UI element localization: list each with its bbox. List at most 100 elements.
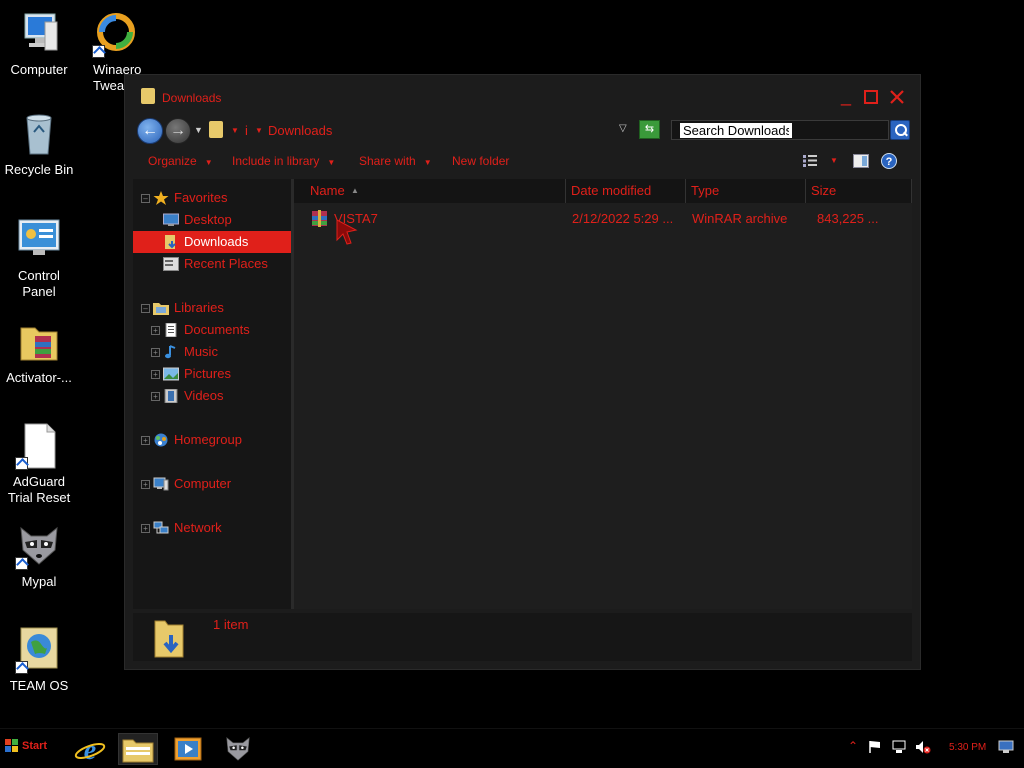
breadcrumb-root[interactable]: i xyxy=(245,123,248,138)
breadcrumb-separator[interactable]: ▼ xyxy=(231,126,239,135)
document-icon xyxy=(15,422,63,470)
recent-pages-dropdown[interactable]: ▼ xyxy=(194,125,203,135)
expand-icon[interactable]: + xyxy=(151,392,160,401)
table-row[interactable]: VISTA7 2/12/2022 5:29 ... WinRAR archive… xyxy=(294,207,912,245)
media-player-icon xyxy=(174,737,202,761)
recent-places-icon xyxy=(163,257,179,271)
nav-music[interactable]: + Music xyxy=(133,341,291,363)
action-center-flag-icon[interactable] xyxy=(868,740,882,754)
nav-label: Documents xyxy=(184,322,250,337)
expand-icon[interactable]: + xyxy=(151,370,160,379)
desktop-icon-computer[interactable]: Computer xyxy=(0,10,78,78)
nav-libraries[interactable]: – Libraries xyxy=(133,297,291,319)
desktop-icon-recycle-bin[interactable]: Recycle Bin xyxy=(0,110,78,178)
search-input[interactable] xyxy=(680,123,792,138)
file-type: WinRAR archive xyxy=(692,211,788,226)
forward-button[interactable]: → xyxy=(165,118,191,144)
collapse-icon[interactable]: – xyxy=(141,194,150,203)
desktop-icon xyxy=(163,213,179,226)
nav-computer[interactable]: + Computer xyxy=(133,473,291,495)
include-in-library-button[interactable]: Include in library ▼ xyxy=(232,154,335,168)
search-icon[interactable] xyxy=(890,120,910,140)
nav-label: Computer xyxy=(174,476,232,491)
internet-explorer-icon: e xyxy=(74,735,106,766)
desktop-icon-label: Control Panel xyxy=(18,268,60,299)
expand-icon[interactable]: + xyxy=(141,480,150,489)
nav-homegroup[interactable]: + Homegroup xyxy=(133,429,291,451)
chevron-down-icon: ▼ xyxy=(204,158,213,167)
breadcrumb-separator[interactable]: ▼ xyxy=(255,126,263,135)
chevron-down-icon[interactable]: ▼ xyxy=(830,156,838,165)
desktop-icon-label: Recycle Bin xyxy=(4,162,74,177)
nav-documents[interactable]: + Documents xyxy=(133,319,291,341)
shortcut-arrow-icon xyxy=(15,661,28,674)
desktop-icon-control-panel[interactable]: Control Panel xyxy=(0,216,78,300)
show-desktop-icon[interactable] xyxy=(998,740,1014,754)
taskbar: Start e ⌃ 5:30 PM xyxy=(0,728,1024,768)
back-button[interactable]: ← xyxy=(137,118,163,144)
desktop-icon-adguard[interactable]: AdGuard Trial Reset xyxy=(0,422,78,506)
downloads-folder-icon xyxy=(154,620,184,658)
nav-recent-places[interactable]: Recent Places xyxy=(133,253,291,275)
show-hidden-icons-button[interactable]: ⌃ xyxy=(848,739,858,753)
desktop-icon-label: Mypal xyxy=(21,574,57,589)
nav-network[interactable]: + Network xyxy=(133,517,291,539)
network-icon[interactable] xyxy=(892,740,906,754)
expand-icon[interactable]: + xyxy=(151,348,160,357)
column-header-date-modified[interactable]: Date modified xyxy=(566,179,686,203)
command-bar: Organize ▼ Include in library ▼ Share with… xyxy=(133,149,913,175)
new-folder-button[interactable]: New folder xyxy=(452,154,509,168)
preview-pane-icon[interactable] xyxy=(853,154,869,171)
refresh-button[interactable]: ⇆ xyxy=(639,120,660,139)
maximize-button[interactable] xyxy=(861,87,881,107)
column-header-size[interactable]: Size xyxy=(806,179,912,203)
taskbar-mypal[interactable] xyxy=(218,733,258,765)
navigation-pane: – Favorites Desktop Downloads Recent Pla… xyxy=(133,179,291,609)
chevron-down-icon: ▼ xyxy=(423,158,432,167)
organize-label: Organize xyxy=(148,154,197,168)
details-pane: 1 item xyxy=(133,613,912,661)
nav-pictures[interactable]: + Pictures xyxy=(133,363,291,385)
nav-videos[interactable]: + Videos xyxy=(133,385,291,407)
file-size: 843,225 ... xyxy=(817,211,879,226)
start-button[interactable]: Start xyxy=(2,735,54,763)
nav-label: Libraries xyxy=(174,300,224,315)
expand-icon[interactable]: + xyxy=(151,326,160,335)
help-icon[interactable]: ? xyxy=(881,153,897,172)
documents-icon xyxy=(165,323,177,337)
taskbar-internet-explorer[interactable]: e xyxy=(70,733,110,766)
column-header-type[interactable]: Type xyxy=(686,179,806,203)
search-box xyxy=(671,120,889,140)
organize-button[interactable]: Organize ▼ xyxy=(148,154,213,168)
taskbar-media-player[interactable] xyxy=(168,733,208,765)
desktop-icon-activator[interactable]: Activator-... xyxy=(0,318,78,386)
expand-icon[interactable]: + xyxy=(141,524,150,533)
clock[interactable]: 5:30 PM xyxy=(949,742,986,753)
breadcrumb-downloads[interactable]: Downloads xyxy=(268,123,332,138)
nav-downloads[interactable]: Downloads xyxy=(133,231,291,253)
mouse-cursor-icon xyxy=(336,219,358,245)
start-label: Start xyxy=(22,740,48,752)
column-label: Name xyxy=(310,183,345,198)
volume-muted-icon[interactable] xyxy=(915,740,931,754)
desktop-icon-mypal[interactable]: Mypal xyxy=(0,522,78,590)
expand-icon[interactable]: + xyxy=(141,436,150,445)
collapse-icon[interactable]: – xyxy=(141,304,150,313)
desktop-icon-label: Computer xyxy=(10,62,68,77)
item-count: 1 item xyxy=(213,617,249,632)
address-dropdown[interactable]: ▽ xyxy=(619,123,627,134)
nav-favorites[interactable]: – Favorites xyxy=(133,187,291,209)
column-header-name[interactable]: Name ▲ xyxy=(294,179,566,203)
share-with-button[interactable]: Share with ▼ xyxy=(359,154,432,168)
close-button[interactable] xyxy=(887,87,907,107)
star-icon xyxy=(153,191,169,205)
nav-desktop[interactable]: Desktop xyxy=(133,209,291,231)
shortcut-arrow-icon xyxy=(92,45,105,58)
view-options-icon[interactable] xyxy=(803,155,817,170)
window-title: Downloads xyxy=(162,91,222,105)
minimize-button[interactable]: _ xyxy=(836,87,856,107)
desktop-icon-team-os[interactable]: TEAM OS xyxy=(0,626,78,694)
taskbar-explorer[interactable] xyxy=(118,733,158,765)
desktop-icon-label: TEAM OS xyxy=(9,678,69,693)
title-bar[interactable]: Downloads _ xyxy=(125,75,920,115)
